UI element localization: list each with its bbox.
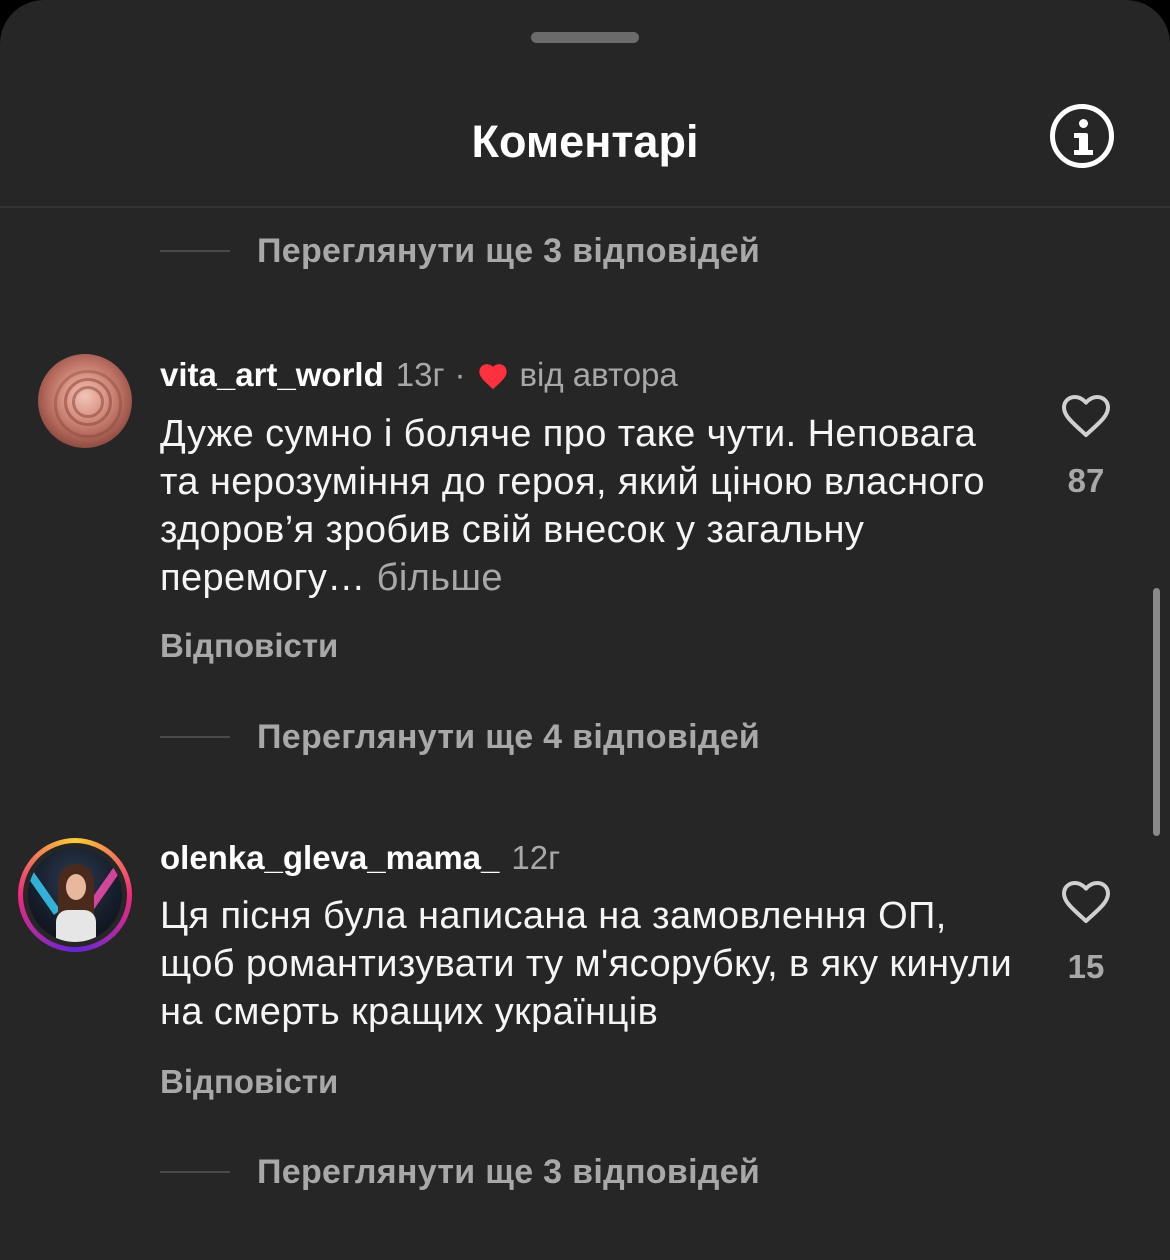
view-more-replies-label: Переглянути ще 4 відповідей [257,717,761,756]
comment-time: 12г [511,839,561,876]
comment-time: 13г [395,356,445,393]
scrollbar[interactable] [1153,588,1160,836]
view-more-replies-label: Переглянути ще 3 відповідей [257,231,761,270]
heart-outline-icon[interactable] [1060,879,1112,925]
reply-button[interactable]: Відповісти [160,1062,338,1102]
comment-meta: vita_art_world 13г · від автора [160,355,678,395]
info-icon[interactable] [1050,104,1114,168]
page-title: Коментарі [471,116,699,167]
view-more-replies-button[interactable]: Переглянути ще 4 відповідей [160,712,760,762]
avatar[interactable] [18,838,132,952]
like-block: 15 [1040,879,1132,987]
reply-button[interactable]: Відповісти [160,626,338,666]
replies-line [160,250,230,252]
comment-text-block: Ця пісня була написана на замовлення ОП,… [160,892,1020,1036]
liked-by-author-label: від автора [519,356,678,393]
replies-line [160,736,230,738]
view-more-replies-label: Переглянути ще 3 відповідей [257,1152,761,1191]
comment-text: Дуже сумно і боляче про таке чути. Непов… [160,413,985,599]
sheet-grabber[interactable] [531,32,639,43]
comments-sheet: Коментарі Переглянути ще 3 відповідей vi… [0,0,1170,1260]
replies-line [160,1171,230,1173]
meta-separator: · [454,356,466,393]
heart-outline-icon[interactable] [1060,393,1112,439]
heart-filled-icon [478,364,507,390]
like-count: 87 [1067,462,1105,499]
comment-text-block: Дуже сумно і боляче про таке чути. Непов… [160,410,1020,602]
comment-username[interactable]: olenka_gleva_mama_ [160,838,499,878]
view-more-replies-button[interactable]: Переглянути ще 3 відповідей [160,226,760,276]
comment-username[interactable]: vita_art_world [160,355,384,395]
like-count: 15 [1067,948,1105,985]
like-block: 87 [1040,393,1132,501]
view-more-replies-button[interactable]: Переглянути ще 3 відповідей [160,1147,760,1197]
avatar[interactable] [38,354,132,448]
more-link[interactable]: більше [377,557,503,599]
comment-text: Ця пісня була написана на замовлення ОП,… [160,895,1013,1033]
comment-meta: olenka_gleva_mama_ 12г [160,838,560,878]
header-divider [0,206,1170,208]
